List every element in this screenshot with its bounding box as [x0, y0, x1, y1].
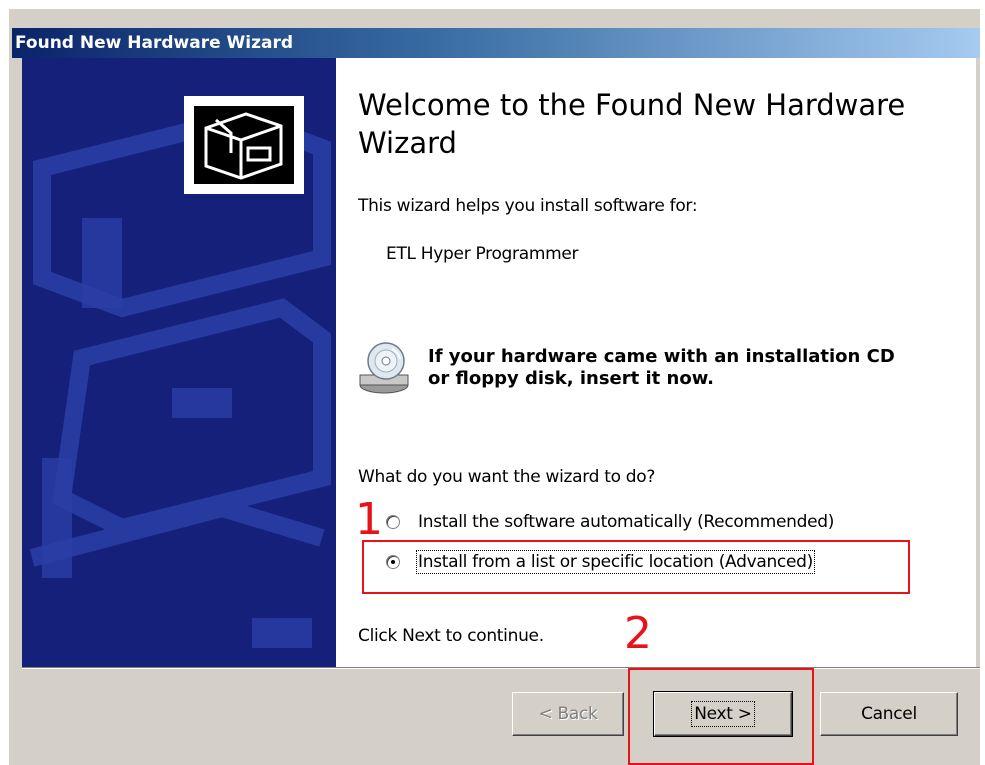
question-text: What do you want the wizard to do?: [358, 467, 656, 487]
footer-hint: Click Next to continue.: [358, 626, 544, 646]
annotation-step2-number: 2: [624, 608, 652, 659]
title-bar: Found New Hardware Wizard: [12, 28, 980, 58]
window-title: Found New Hardware Wizard: [15, 33, 294, 53]
radio-auto-install[interactable]: [386, 515, 400, 529]
cd-drive-icon: [356, 337, 416, 397]
wizard-heading: Welcome to the Found New Hardware Wizard: [358, 88, 906, 160]
annotation-box-step2: [628, 668, 814, 765]
hardware-box-icon: [184, 96, 304, 194]
cancel-button-label: Cancel: [861, 704, 917, 724]
cd-prompt: If your hardware came with an installati…: [428, 346, 895, 390]
annotation-step1-number: 1: [355, 494, 383, 545]
cd-prompt-line2: or floppy disk, insert it now.: [428, 368, 715, 389]
option-auto-install[interactable]: Install the software automatically (Reco…: [386, 510, 834, 534]
cd-prompt-line1: If your hardware came with an installati…: [428, 346, 895, 367]
option-auto-install-label[interactable]: Install the software automatically (Reco…: [418, 512, 834, 532]
intro-text: This wizard helps you install software f…: [358, 196, 698, 216]
annotation-box-step1: [362, 540, 910, 594]
cancel-button[interactable]: Cancel: [820, 692, 958, 736]
back-button[interactable]: < Back: [512, 692, 624, 736]
button-divider: [22, 667, 980, 669]
device-name: ETL Hyper Programmer: [386, 244, 579, 264]
back-button-label: < Back: [538, 704, 598, 724]
